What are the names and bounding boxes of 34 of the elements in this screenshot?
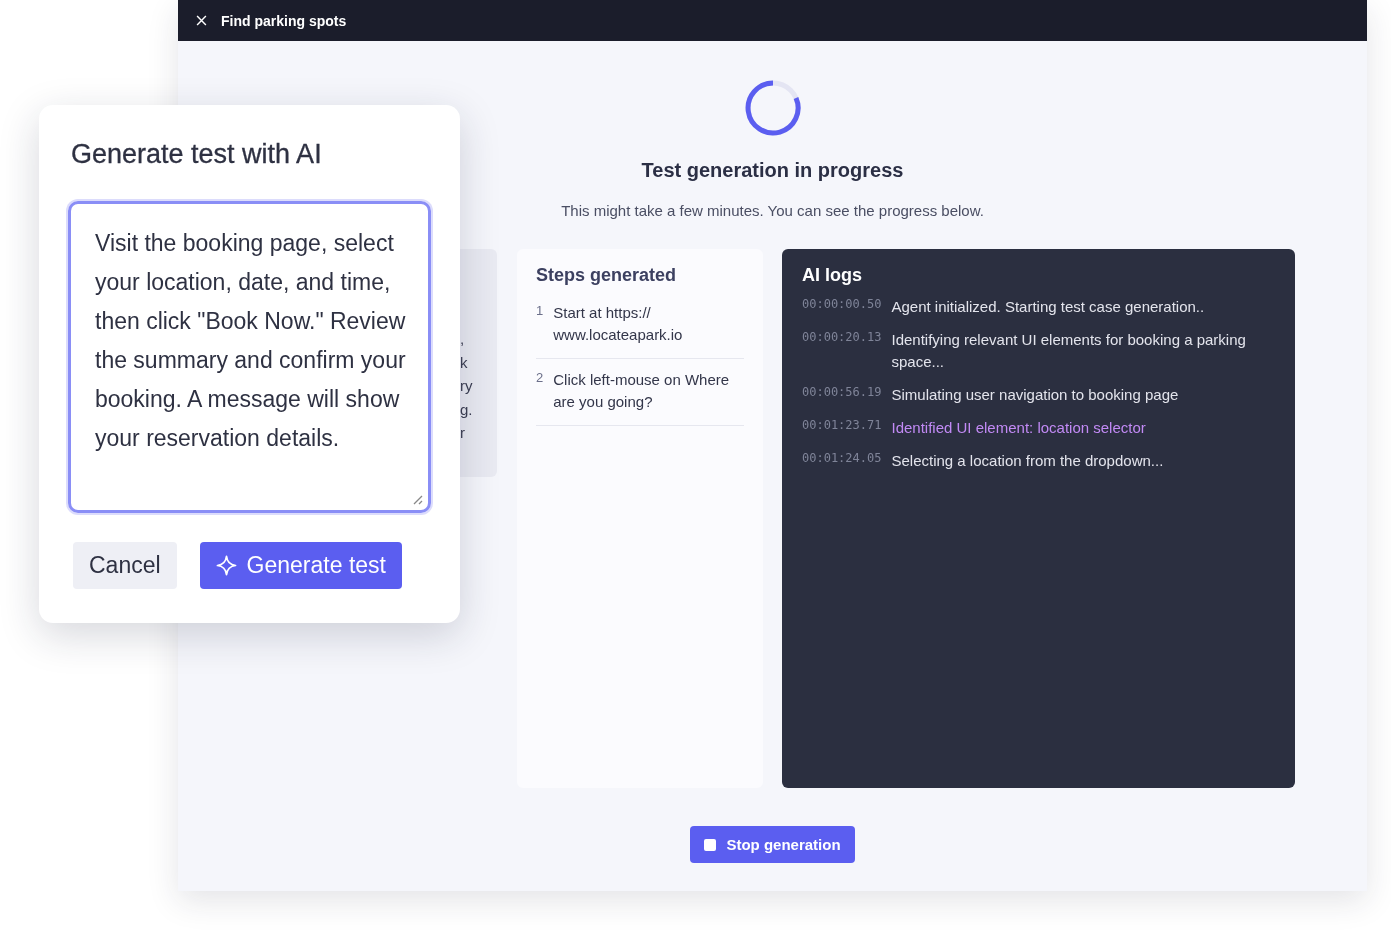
text-fragment: ry (460, 376, 474, 396)
sparkle-icon (215, 555, 237, 576)
stop-icon (704, 838, 717, 851)
step-number: 2 (536, 369, 544, 387)
close-icon[interactable] (196, 15, 207, 26)
cancel-button[interactable]: Cancel (73, 542, 177, 589)
step-text: Click left-mouse on Where are you going? (553, 370, 731, 412)
log-message: Identified UI element: location selector (891, 418, 1146, 438)
generate-button[interactable]: Generate test (199, 542, 402, 589)
panel-title: Steps generated (536, 265, 678, 286)
log-message: Simulating user navigation to booking page (891, 385, 1179, 405)
log-message: Selecting a location from the dropdown... (891, 451, 1164, 471)
prompt-field[interactable]: Visit the booking page, select your location, date, and time, then click "Book Now." Review the summary and confirm your booking. A message will show your reservation details. (68, 201, 431, 513)
dialog-title: Generate test with AI (71, 139, 323, 170)
resize-handle-icon[interactable] (411, 493, 423, 505)
log-timestamp: 00:00:56.19 (802, 384, 882, 399)
log-message: Agent initialized. Starting test case generation.. (891, 297, 1205, 317)
log-timestamp: 00:00:00.50 (802, 296, 882, 311)
log-message: Identifying relevant UI elements for booking a parking space... (891, 330, 1247, 372)
log-timestamp: 00:00:20.13 (802, 329, 882, 344)
panel-title: AI logs (802, 265, 863, 286)
text-fragment: r (460, 423, 466, 443)
spinner-icon (743, 79, 802, 137)
log-timestamp: 00:01:24.05 (802, 450, 882, 465)
step-text: Start at https:// www.locateapark.io (553, 303, 684, 345)
progress-title: Test generation in progress (641, 159, 904, 182)
stop-button[interactable]: Stop generation (690, 826, 855, 863)
log-timestamp: 00:01:23.71 (802, 417, 882, 432)
window-title: Find parking spots (221, 12, 347, 29)
text-fragment: k (460, 352, 469, 373)
step-number: 1 (536, 302, 544, 320)
text-fragment: , (460, 329, 466, 349)
progress-subtitle: This might take a few minutes. You can see the progress below. (561, 202, 984, 219)
text-fragment: g. (460, 399, 474, 420)
